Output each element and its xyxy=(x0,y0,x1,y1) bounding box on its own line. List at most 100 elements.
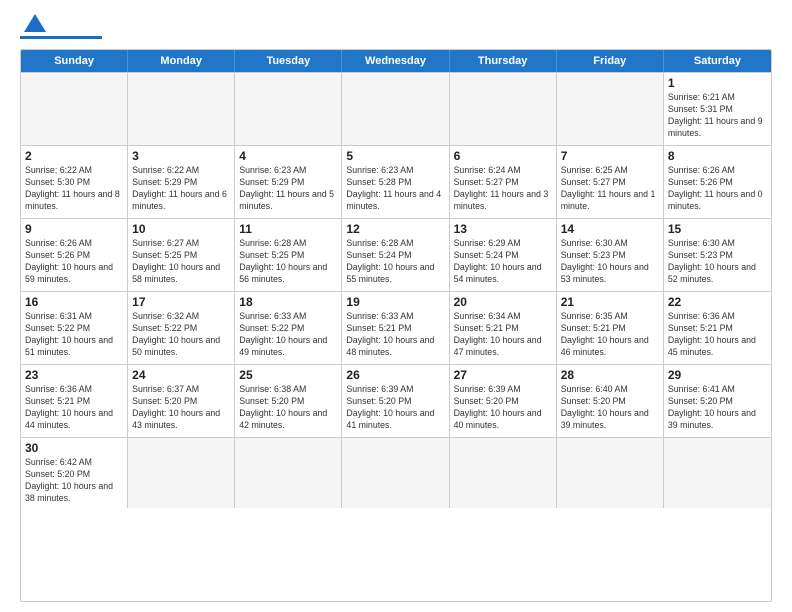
day-number: 16 xyxy=(25,295,123,309)
calendar-cell-23: 23Sunrise: 6:36 AM Sunset: 5:21 PM Dayli… xyxy=(21,365,128,437)
calendar-cell-17: 17 Sunrise: 6:32 AM Sunset: 5:22 PM Dayli… xyxy=(128,292,235,364)
day-info: Sunrise: 6:42 AM Sunset: 5:20 PM Dayligh… xyxy=(25,457,123,505)
day-info: Sunrise: 6:24 AM Sunset: 5:27 PM Dayligh… xyxy=(454,165,552,213)
day-number: 11 xyxy=(239,222,337,236)
day-number: 21 xyxy=(561,295,659,309)
calendar-cell-empty-5-4 xyxy=(450,438,557,508)
day-number: 3 xyxy=(132,149,230,163)
day-number: 2 xyxy=(25,149,123,163)
calendar-cell-11: 11 Sunrise: 6:28 AM Sunset: 5:25 PM Dayli… xyxy=(235,219,342,291)
calendar-cell-4: 4 Sunrise: 6:23 AM Sunset: 5:29 PM Daylig… xyxy=(235,146,342,218)
day-info: Sunrise: 6:27 AM Sunset: 5:25 PM Dayligh… xyxy=(132,238,230,286)
day-number: 8 xyxy=(668,149,767,163)
calendar-cell-empty-0-1 xyxy=(128,73,235,145)
calendar-cell-empty-5-3 xyxy=(342,438,449,508)
calendar-cell-27: 27Sunrise: 6:39 AM Sunset: 5:20 PM Dayli… xyxy=(450,365,557,437)
day-info: Sunrise: 6:31 AM Sunset: 5:22 PM Dayligh… xyxy=(25,311,123,359)
day-number: 7 xyxy=(561,149,659,163)
calendar-body: 1 Sunrise: 6:21 AM Sunset: 5:31 PM Daylig… xyxy=(21,72,771,508)
day-info: Sunrise: 6:40 AM Sunset: 5:20 PM Dayligh… xyxy=(561,384,659,432)
day-number: 18 xyxy=(239,295,337,309)
day-number: 22 xyxy=(668,295,767,309)
calendar-cell-16: 16 Sunrise: 6:31 AM Sunset: 5:22 PM Dayli… xyxy=(21,292,128,364)
day-number: 4 xyxy=(239,149,337,163)
day-number: 5 xyxy=(346,149,444,163)
day-number: 9 xyxy=(25,222,123,236)
day-number: 26 xyxy=(346,368,444,382)
calendar-cell-empty-5-5 xyxy=(557,438,664,508)
day-info: Sunrise: 6:41 AM Sunset: 5:20 PM Dayligh… xyxy=(668,384,767,432)
day-number: 28 xyxy=(561,368,659,382)
calendar-cell-6: 6Sunrise: 6:24 AM Sunset: 5:27 PM Daylig… xyxy=(450,146,557,218)
calendar-cell-20: 20Sunrise: 6:34 AM Sunset: 5:21 PM Dayli… xyxy=(450,292,557,364)
weekday-header-friday: Friday xyxy=(557,50,664,72)
day-info: Sunrise: 6:23 AM Sunset: 5:29 PM Dayligh… xyxy=(239,165,337,213)
calendar-row-6: 30 Sunrise: 6:42 AM Sunset: 5:20 PM Dayli… xyxy=(21,437,771,508)
day-info: Sunrise: 6:28 AM Sunset: 5:25 PM Dayligh… xyxy=(239,238,337,286)
calendar-row-2: 2 Sunrise: 6:22 AM Sunset: 5:30 PM Daylig… xyxy=(21,145,771,218)
calendar-row-1: 1 Sunrise: 6:21 AM Sunset: 5:31 PM Daylig… xyxy=(21,72,771,145)
calendar-cell-empty-0-0 xyxy=(21,73,128,145)
calendar-cell-1: 1 Sunrise: 6:21 AM Sunset: 5:31 PM Daylig… xyxy=(664,73,771,145)
day-number: 30 xyxy=(25,441,123,455)
day-info: Sunrise: 6:37 AM Sunset: 5:20 PM Dayligh… xyxy=(132,384,230,432)
day-number: 25 xyxy=(239,368,337,382)
calendar-cell-empty-5-2 xyxy=(235,438,342,508)
calendar-cell-empty-0-4 xyxy=(450,73,557,145)
day-number: 15 xyxy=(668,222,767,236)
calendar-cell-empty-5-6 xyxy=(664,438,771,508)
day-number: 12 xyxy=(346,222,444,236)
calendar-cell-12: 12 Sunrise: 6:28 AM Sunset: 5:24 PM Dayli… xyxy=(342,219,449,291)
day-number: 20 xyxy=(454,295,552,309)
calendar-cell-18: 18 Sunrise: 6:33 AM Sunset: 5:22 PM Dayli… xyxy=(235,292,342,364)
day-info: Sunrise: 6:38 AM Sunset: 5:20 PM Dayligh… xyxy=(239,384,337,432)
day-info: Sunrise: 6:28 AM Sunset: 5:24 PM Dayligh… xyxy=(346,238,444,286)
day-number: 17 xyxy=(132,295,230,309)
logo-triangle-icon xyxy=(24,12,46,34)
calendar-cell-21: 21Sunrise: 6:35 AM Sunset: 5:21 PM Dayli… xyxy=(557,292,664,364)
day-number: 19 xyxy=(346,295,444,309)
calendar-cell-26: 26Sunrise: 6:39 AM Sunset: 5:20 PM Dayli… xyxy=(342,365,449,437)
day-info: Sunrise: 6:33 AM Sunset: 5:21 PM Dayligh… xyxy=(346,311,444,359)
day-info: Sunrise: 6:25 AM Sunset: 5:27 PM Dayligh… xyxy=(561,165,659,213)
day-info: Sunrise: 6:30 AM Sunset: 5:23 PM Dayligh… xyxy=(668,238,767,286)
page: SundayMondayTuesdayWednesdayThursdayFrid… xyxy=(0,0,792,612)
header xyxy=(20,16,772,39)
calendar-cell-25: 25 Sunrise: 6:38 AM Sunset: 5:20 PM Dayli… xyxy=(235,365,342,437)
calendar-cell-8: 8Sunrise: 6:26 AM Sunset: 5:26 PM Daylig… xyxy=(664,146,771,218)
calendar-cell-19: 19 Sunrise: 6:33 AM Sunset: 5:21 PM Dayli… xyxy=(342,292,449,364)
day-info: Sunrise: 6:39 AM Sunset: 5:20 PM Dayligh… xyxy=(454,384,552,432)
calendar-cell-7: 7 Sunrise: 6:25 AM Sunset: 5:27 PM Daylig… xyxy=(557,146,664,218)
day-number: 23 xyxy=(25,368,123,382)
day-info: Sunrise: 6:29 AM Sunset: 5:24 PM Dayligh… xyxy=(454,238,552,286)
day-info: Sunrise: 6:22 AM Sunset: 5:30 PM Dayligh… xyxy=(25,165,123,213)
calendar-cell-empty-5-1 xyxy=(128,438,235,508)
day-info: Sunrise: 6:33 AM Sunset: 5:22 PM Dayligh… xyxy=(239,311,337,359)
calendar-row-5: 23Sunrise: 6:36 AM Sunset: 5:21 PM Dayli… xyxy=(21,364,771,437)
weekday-header-tuesday: Tuesday xyxy=(235,50,342,72)
calendar-cell-10: 10Sunrise: 6:27 AM Sunset: 5:25 PM Dayli… xyxy=(128,219,235,291)
calendar-cell-13: 13 Sunrise: 6:29 AM Sunset: 5:24 PM Dayli… xyxy=(450,219,557,291)
weekday-header-sunday: Sunday xyxy=(21,50,128,72)
day-info: Sunrise: 6:22 AM Sunset: 5:29 PM Dayligh… xyxy=(132,165,230,213)
calendar-row-3: 9Sunrise: 6:26 AM Sunset: 5:26 PM Daylig… xyxy=(21,218,771,291)
calendar-cell-empty-0-3 xyxy=(342,73,449,145)
calendar-row-4: 16 Sunrise: 6:31 AM Sunset: 5:22 PM Dayli… xyxy=(21,291,771,364)
day-info: Sunrise: 6:23 AM Sunset: 5:28 PM Dayligh… xyxy=(346,165,444,213)
calendar-header: SundayMondayTuesdayWednesdayThursdayFrid… xyxy=(21,50,771,72)
calendar-cell-28: 28 Sunrise: 6:40 AM Sunset: 5:20 PM Dayli… xyxy=(557,365,664,437)
day-number: 24 xyxy=(132,368,230,382)
calendar-cell-2: 2 Sunrise: 6:22 AM Sunset: 5:30 PM Daylig… xyxy=(21,146,128,218)
calendar-cell-24: 24 Sunrise: 6:37 AM Sunset: 5:20 PM Dayli… xyxy=(128,365,235,437)
calendar-cell-29: 29 Sunrise: 6:41 AM Sunset: 5:20 PM Dayli… xyxy=(664,365,771,437)
weekday-header-monday: Monday xyxy=(128,50,235,72)
day-number: 13 xyxy=(454,222,552,236)
day-info: Sunrise: 6:32 AM Sunset: 5:22 PM Dayligh… xyxy=(132,311,230,359)
day-number: 1 xyxy=(668,76,767,90)
calendar-cell-empty-0-5 xyxy=(557,73,664,145)
day-number: 29 xyxy=(668,368,767,382)
day-info: Sunrise: 6:36 AM Sunset: 5:21 PM Dayligh… xyxy=(668,311,767,359)
calendar: SundayMondayTuesdayWednesdayThursdayFrid… xyxy=(20,49,772,602)
day-info: Sunrise: 6:21 AM Sunset: 5:31 PM Dayligh… xyxy=(668,92,767,140)
calendar-cell-3: 3 Sunrise: 6:22 AM Sunset: 5:29 PM Daylig… xyxy=(128,146,235,218)
